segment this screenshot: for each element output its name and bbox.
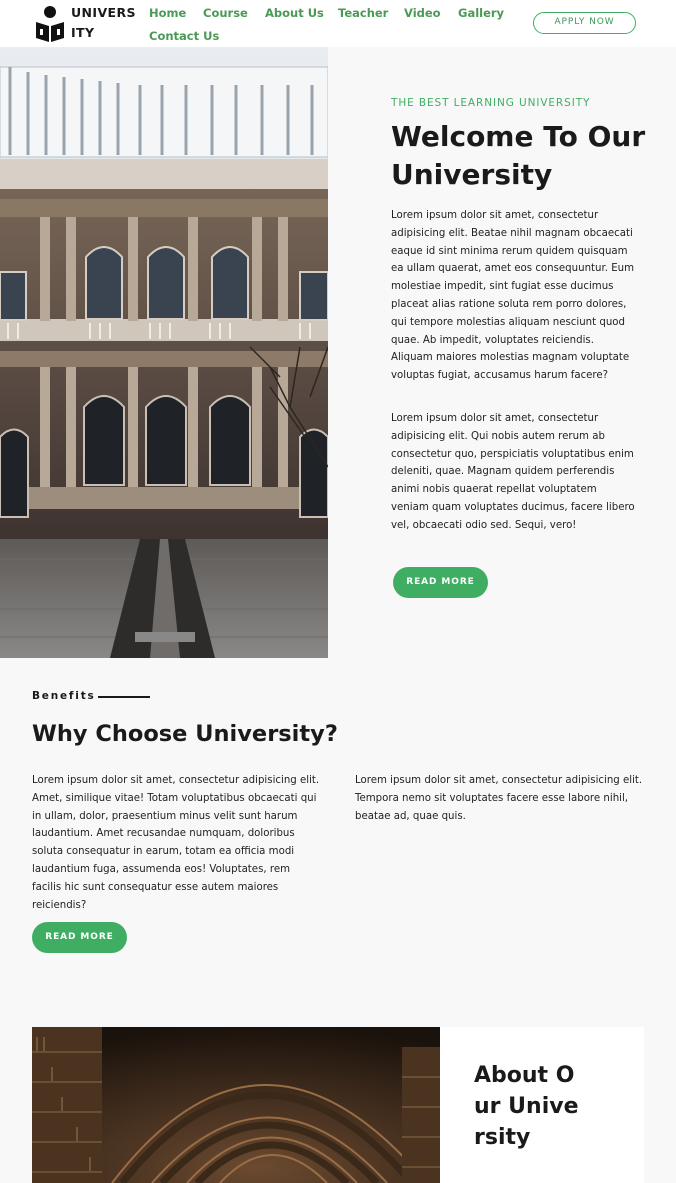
nav-contact-us[interactable]: Contact Us — [149, 28, 219, 44]
benefits-column-2: Lorem ipsum dolor sit amet, consectetur … — [355, 775, 643, 822]
nav-gallery[interactable]: Gallery — [458, 5, 504, 21]
university-building-illustration — [0, 47, 328, 658]
site-header: UNIVERSITY Home Course About Us Teacher … — [0, 0, 676, 47]
nav-about-us[interactable]: About Us — [265, 5, 324, 21]
benefits-divider — [98, 696, 150, 698]
benefits-label: Benefits — [32, 690, 96, 702]
library-hall-illustration — [32, 1027, 440, 1183]
hero-read-more-button[interactable]: READ MORE — [393, 567, 488, 598]
benefits-column-1: Lorem ipsum dolor sit amet, consectetur … — [32, 775, 320, 911]
nav-teacher[interactable]: Teacher — [338, 5, 388, 21]
hero-paragraph-1: Lorem ipsum dolor sit amet, consectetur … — [391, 210, 635, 382]
university-building-image — [0, 47, 328, 658]
apply-now-button[interactable]: APPLY NOW — [533, 12, 636, 34]
benefits-read-more-button[interactable]: READ MORE — [32, 922, 127, 953]
nav-home[interactable]: Home — [149, 5, 186, 21]
site-logo-text[interactable]: UNIVERSITY — [71, 3, 137, 43]
hero-title: Welcome To Our University — [391, 120, 646, 191]
student-reading-book-icon[interactable] — [30, 4, 70, 44]
why-choose-title: Why Choose University? — [32, 721, 338, 747]
hero-paragraph-2: Lorem ipsum dolor sit amet, consectetur … — [391, 413, 635, 531]
nav-course[interactable]: Course — [203, 5, 248, 21]
about-title: About Our University — [474, 1063, 579, 1150]
nav-video[interactable]: Video — [404, 5, 441, 21]
library-hall-image — [32, 1027, 440, 1183]
hero-kicker: THE BEST LEARNING UNIVERSITY — [391, 97, 591, 109]
